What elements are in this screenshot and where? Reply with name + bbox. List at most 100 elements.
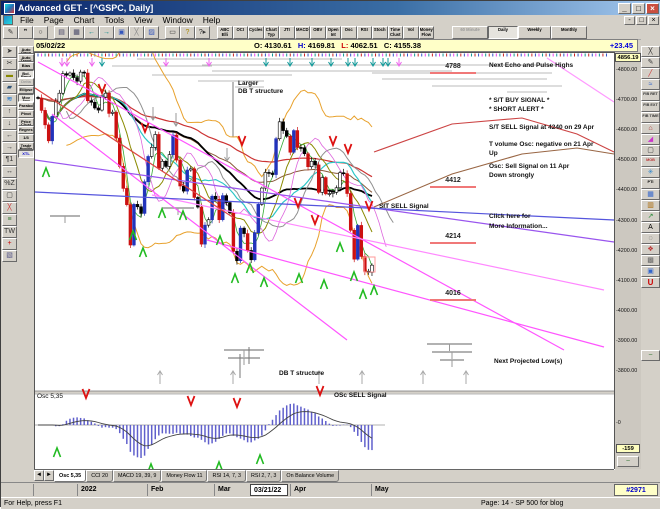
- toolbox-study-auto-gann[interactable]: Auto Gann: [18, 46, 34, 54]
- side-squiggle-button[interactable]: ~: [641, 350, 660, 361]
- period-button-daily[interactable]: Daily: [488, 26, 518, 39]
- study-button-osc[interactable]: Osc: [341, 26, 357, 39]
- toolbox-study-delta[interactable]: Delta: [18, 78, 34, 86]
- tab-money-flow-11[interactable]: Money Flow 11: [161, 470, 207, 482]
- study-button-chart-typ[interactable]: Chart Typ: [264, 26, 280, 39]
- study-button-stoch[interactable]: Stoch: [372, 26, 388, 39]
- study-button-cycles[interactable]: Cycles: [248, 26, 264, 39]
- menu-help[interactable]: Help: [198, 15, 225, 25]
- zoom-reset[interactable]: ▬: [2, 70, 17, 82]
- scissors-tool[interactable]: ✂: [2, 58, 17, 70]
- pti-tool[interactable]: PTI: [641, 178, 660, 189]
- chart-canvas[interactable]: Larger DB T structureS/T SELL SignalDB T…: [34, 52, 615, 470]
- study-button-macd[interactable]: MACD: [295, 26, 311, 39]
- menu-page[interactable]: Page: [39, 15, 69, 25]
- profile-tool[interactable]: ▥: [641, 200, 660, 211]
- gann-fan-tool[interactable]: ◢: [641, 134, 660, 145]
- paste-button[interactable]: ▨: [144, 26, 159, 39]
- toolbox-study-auto-trend[interactable]: Auto Trend: [18, 54, 34, 62]
- text-tool[interactable]: A: [641, 222, 660, 233]
- elliott-tool[interactable]: ≋: [2, 94, 17, 106]
- tab-rsi-2-7-3[interactable]: RSI 2, 7, 3: [246, 470, 281, 482]
- child-minimize-button[interactable]: -: [624, 16, 635, 25]
- note-link-line[interactable]: Click here for: [489, 213, 531, 221]
- ellipse-tool[interactable]: ✳: [641, 167, 660, 178]
- child-restore-button[interactable]: □: [636, 16, 647, 25]
- arrow-right-tool[interactable]: →: [2, 142, 17, 154]
- arrow-down-tool[interactable]: ↓: [2, 118, 17, 130]
- study-button-oci[interactable]: OCI: [233, 26, 249, 39]
- study-button-abc-elli[interactable]: ABC Elli: [217, 26, 233, 39]
- pin-tool-button[interactable]: ✎: [3, 26, 18, 39]
- help-button[interactable]: ?: [180, 26, 195, 39]
- trendline-tool[interactable]: ╱: [641, 68, 660, 79]
- print-button[interactable]: ▭: [165, 26, 180, 39]
- export-button[interactable]: →: [99, 26, 114, 39]
- delete-button[interactable]: ╳: [129, 26, 144, 39]
- box-tool[interactable]: ▢: [641, 145, 660, 156]
- search-tool-button[interactable]: ○: [33, 26, 48, 39]
- expand-tool[interactable]: ↗: [641, 211, 660, 222]
- gann-lines-tool[interactable]: ≡: [2, 214, 17, 226]
- menu-window[interactable]: Window: [157, 15, 197, 25]
- study-button-jti[interactable]: JTI: [279, 26, 295, 39]
- tab-scroll-left[interactable]: ◄: [34, 470, 44, 481]
- toolbox-study-regression[interactable]: Regression: [18, 126, 34, 134]
- study-button-time-clust[interactable]: Time Clust: [388, 26, 404, 39]
- tj-web-tool[interactable]: TW: [2, 226, 17, 238]
- axis-squiggle-button[interactable]: ~: [617, 456, 639, 467]
- period-button-60-minute[interactable]: 60 Minute: [452, 26, 488, 39]
- menu-file[interactable]: File: [15, 15, 39, 25]
- toolbox-study-trade-profile[interactable]: Trade Profile: [18, 142, 34, 150]
- menu-chart[interactable]: Chart: [69, 15, 100, 25]
- grid-tool[interactable]: ▩: [641, 255, 660, 266]
- open-chart-button[interactable]: ▦: [69, 26, 84, 39]
- copy-chart-tool[interactable]: ▣: [641, 266, 660, 277]
- arrow-up-tool[interactable]: ↑: [2, 106, 17, 118]
- paragraph-tool[interactable]: ¶1: [2, 154, 17, 166]
- close-tool[interactable]: ╳: [641, 46, 660, 57]
- menu-tools[interactable]: Tools: [99, 15, 129, 25]
- toolbox-study-price-clust[interactable]: Price Clust: [18, 118, 34, 126]
- period-button-weekly[interactable]: Weekly: [518, 26, 551, 39]
- tj-web-tool[interactable]: ▦: [641, 189, 660, 200]
- menu-view[interactable]: View: [129, 15, 157, 25]
- retracement-tool[interactable]: ▰: [2, 82, 17, 94]
- arrow-left-tool[interactable]: ←: [2, 130, 17, 142]
- wave-tool[interactable]: ≈: [641, 79, 660, 90]
- toolbox-study-pivot[interactable]: Pivot: [18, 110, 34, 118]
- pointer-tool[interactable]: ➤: [2, 46, 17, 58]
- toolbox-study-bol-band[interactable]: Bol. Band: [18, 70, 34, 78]
- colors-tool[interactable]: ❖: [641, 244, 660, 255]
- crosshair-tool[interactable]: +: [2, 238, 17, 250]
- rectangle-tool[interactable]: ▢: [2, 190, 17, 202]
- new-chart-button[interactable]: ▤: [54, 26, 69, 39]
- toolbox-study-1-3[interactable]: 1/3: [18, 134, 34, 142]
- toolbox-study-parabolic[interactable]: Parabolic: [18, 102, 34, 110]
- percent-tool[interactable]: %Z: [2, 178, 17, 190]
- study-button-obv[interactable]: OBV: [310, 26, 326, 39]
- tab-rsi-14-7-3[interactable]: RSI 14, 7, 3: [207, 470, 245, 482]
- minimize-button[interactable]: _: [618, 3, 631, 14]
- toolbox-study-mov-avg[interactable]: Mov Avg: [18, 94, 34, 102]
- import-button[interactable]: ←: [84, 26, 99, 39]
- study-button-money-flow[interactable]: Money Flow: [419, 26, 435, 39]
- tab-scroll-right[interactable]: ►: [44, 470, 54, 481]
- gann-angles-tool[interactable]: ⌂: [641, 123, 660, 134]
- zoom-tool[interactable]: ◌: [641, 233, 660, 244]
- toolbox-study-xtl[interactable]: XTL: [18, 150, 34, 158]
- toolbox-study-ellipse[interactable]: Ellipse: [18, 86, 34, 94]
- close-button[interactable]: ×: [646, 3, 659, 14]
- tab-cci-20[interactable]: CCI 20: [86, 470, 113, 482]
- pencil-tool[interactable]: ✎: [641, 57, 660, 68]
- toolbox-study-bias[interactable]: Bias: [18, 62, 34, 70]
- period-button-monthly[interactable]: Monthly: [551, 26, 587, 39]
- tab-osc-5-35[interactable]: Osc 5,35: [54, 470, 86, 482]
- update-tool[interactable]: U: [641, 277, 660, 288]
- chart-folder-tool[interactable]: ▧: [2, 250, 17, 262]
- fib-extension-tool[interactable]: FIB EXT: [641, 101, 660, 112]
- crossed-lines-tool[interactable]: ╳: [2, 202, 17, 214]
- quotes-tool-button[interactable]: ❞: [18, 26, 33, 39]
- note-link-line[interactable]: More Information...: [489, 223, 548, 231]
- maximize-button[interactable]: □: [632, 3, 645, 14]
